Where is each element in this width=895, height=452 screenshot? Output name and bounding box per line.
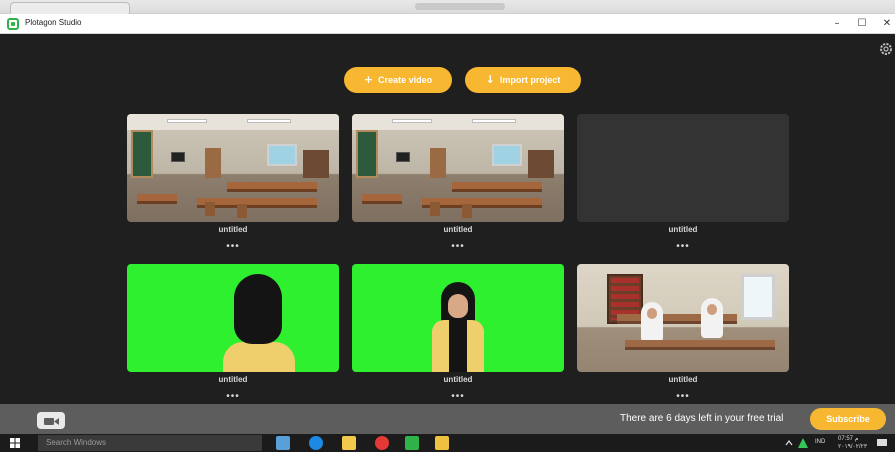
task-view-icon[interactable] [276,436,290,450]
project-more-menu[interactable]: ••• [577,242,789,252]
input-language[interactable]: IND [815,439,825,445]
project-more-menu[interactable]: ••• [352,392,564,402]
window-titlebar: Plotagon Studio – ☐ ✕ [0,14,895,34]
download-arrow-icon: ↓ [485,73,495,86]
project-title: untitled [443,225,473,234]
project-title: untitled [668,375,698,384]
browser-title-blur [415,3,505,10]
file-explorer-icon[interactable] [435,436,449,450]
trial-days-text: There are 6 days left in your free trial [620,413,784,424]
clock-date[interactable]: ٢٠١٩/٠٢/٢٣ [838,443,867,450]
import-project-button[interactable]: ↓ Import project [465,67,581,93]
plotagon-taskbar-icon[interactable] [405,436,419,450]
project-more-menu[interactable]: ••• [352,242,564,252]
minimize-button[interactable]: – [826,16,848,32]
project-title: untitled [218,225,248,234]
app-main: + Create video ↓ Import project untitled •… [0,34,895,404]
maximize-button[interactable]: ☐ [851,16,873,32]
window-title: Plotagon Studio [25,18,82,27]
browser-tab[interactable] [10,2,130,14]
taskbar-search-box[interactable]: Search Windows [38,435,262,451]
plotagon-app-icon [7,18,19,30]
browser-tab-strip [0,0,895,14]
store-icon[interactable] [342,436,356,450]
project-more-menu[interactable]: ••• [577,392,789,402]
settings-gear-icon[interactable] [879,42,893,56]
network-warning-icon[interactable] [797,437,809,449]
project-thumbnail-classroom[interactable] [352,114,564,222]
trial-footer: There are 6 days left in your free trial… [0,404,895,434]
clock-time[interactable]: 07:57 م [838,435,858,442]
project-more-menu[interactable]: ••• [127,242,339,252]
windows-taskbar: Search Windows IND 07:57 م ٢٠١٩/٠٢/٢٣ [0,434,895,452]
video-camera-icon[interactable] [36,410,66,430]
project-title: untitled [668,225,698,234]
chevron-up-icon[interactable] [785,439,793,447]
notifications-icon[interactable] [876,438,888,448]
project-thumbnail-library[interactable] [577,264,789,372]
project-more-menu[interactable]: ••• [127,392,339,402]
plus-icon: + [363,73,374,86]
search-placeholder: Search Windows [46,438,107,447]
windows-start-icon[interactable] [10,438,20,448]
project-title: untitled [218,375,248,384]
project-thumbnail-green-screen[interactable] [127,264,339,372]
project-thumbnail-classroom[interactable] [127,114,339,222]
project-thumbnail-empty[interactable] [577,114,789,222]
subscribe-button[interactable]: Subscribe [810,408,886,430]
edge-browser-icon[interactable] [309,436,323,450]
project-thumbnail-green-screen[interactable] [352,264,564,372]
opera-browser-icon[interactable] [375,436,389,450]
project-title: untitled [443,375,473,384]
close-button[interactable]: ✕ [876,16,895,32]
create-video-button[interactable]: + Create video [344,67,452,93]
